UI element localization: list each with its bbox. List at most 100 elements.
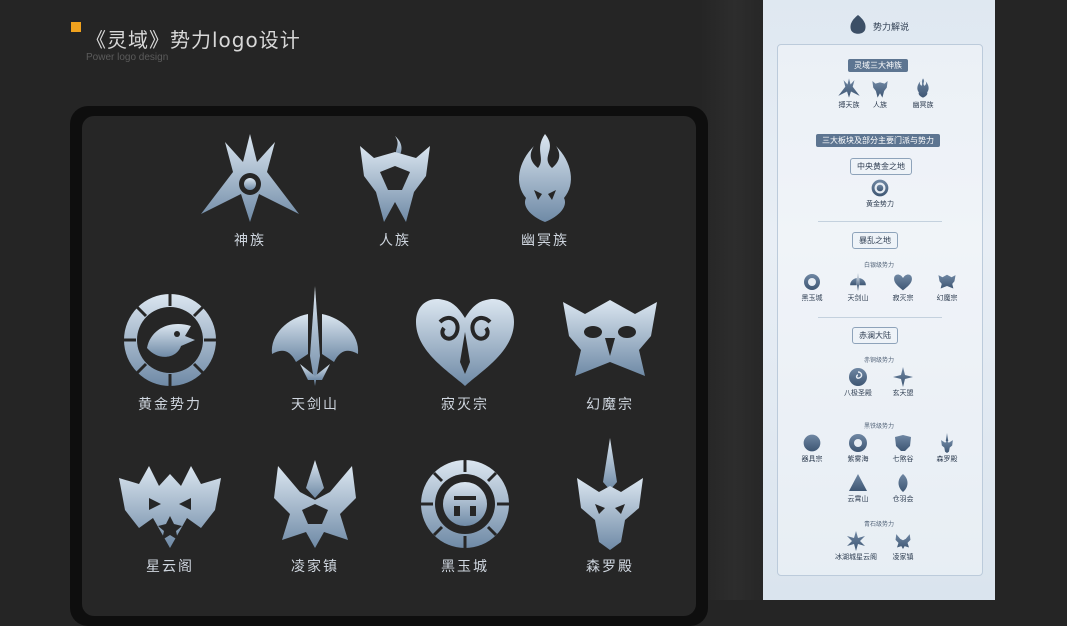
logo-heiyucheng: 黑玉城 (410, 458, 520, 576)
heart-mini-icon (894, 274, 912, 291)
logo-label: 黑玉城 (441, 559, 489, 575)
logo-label: 幻魔宗 (586, 397, 634, 413)
sun-ring-emblem-icon (421, 460, 509, 548)
faction-explanation-panel: 势力解说 灵域三大神族 搏天族 人族 幽冥族 三大板块及部分主要门派与势力 中央… (763, 0, 995, 600)
region-chaos-box: 暴乱之地 (852, 232, 898, 249)
logo-jimiezong: 寂灭宗 (410, 292, 520, 414)
faction-item: 云霄山 (839, 473, 877, 504)
faction-item: 幻魔宗 (928, 272, 966, 303)
logo-label: 凌家镇 (291, 559, 339, 575)
crown-shield-emblem-icon (274, 460, 356, 548)
helmet-mini-icon (872, 81, 888, 98)
region-central-box: 中央黄金之地 (850, 158, 912, 175)
spiral-mini-icon (849, 368, 867, 386)
faction-label: 冰湖城星云阁 (835, 553, 877, 561)
faction-item: 寂灭宗 (884, 272, 922, 303)
trident-star-mini-icon (838, 78, 860, 98)
logo-label: 幽冥族 (521, 233, 569, 249)
winged-sword-emblem-icon (271, 286, 359, 386)
faction-item: 森罗殿 (928, 433, 966, 464)
faction-label: 凌家镇 (892, 553, 914, 561)
logo-label: 星云阁 (146, 559, 194, 575)
faction-item: 仓羽会 (884, 473, 922, 504)
page-title: 《灵域》势力logo设计 (86, 28, 301, 52)
logo-lingjiazhen: 凌家镇 (260, 458, 370, 576)
seal-icon (850, 15, 866, 34)
faction-item: 凌家镇 (884, 531, 922, 562)
logo-label: 森罗殿 (586, 559, 634, 575)
logo-label: 神族 (234, 233, 266, 249)
logo-youmingzu: 幽冥族 (490, 132, 600, 250)
faction-label: 天剑山 (847, 294, 869, 302)
faction-item: 七煞谷 (884, 433, 922, 464)
faction-item: 玄天盟 (884, 367, 922, 398)
faction-label: 寂灭宗 (892, 294, 914, 302)
spire-mini-icon (941, 433, 953, 453)
region-chilan-box: 赤澜大陆 (852, 327, 898, 344)
divider (818, 221, 942, 222)
faction-item: 冰湖城星云阁 (834, 531, 878, 562)
compass-star-mini-icon (893, 367, 913, 387)
crown-mini-icon (895, 534, 911, 549)
faction-label: 黑玉城 (801, 294, 823, 302)
god-label: 人族 (873, 101, 887, 109)
panel-card: 灵域三大神族 搏天族 人族 幽冥族 三大板块及部分主要门派与势力 中央黄金之地 … (777, 44, 983, 576)
faction-item: 天剑山 (839, 272, 877, 303)
tier-label: 青石级势力 (864, 521, 895, 528)
logo-renzu: 人族 (340, 132, 450, 250)
mountain-mini-icon (849, 474, 867, 491)
demon-mask-mini-icon (938, 274, 956, 289)
faction-item: 黄金势力 (861, 178, 899, 209)
winged-star-emblem-icon (119, 466, 221, 548)
logo-label: 天剑山 (291, 397, 339, 413)
faction-label: 紫雾海 (847, 455, 869, 463)
logo-label: 人族 (379, 233, 411, 249)
demon-mask-emblem-icon (563, 300, 657, 376)
logo-huangjin: 黄金势力 (115, 292, 225, 414)
sun-ring-mini-icon (804, 274, 820, 290)
skull-mini-icon (895, 435, 911, 451)
section-factions-tag: 三大板块及部分主要门派与势力 (816, 134, 940, 147)
flame-mini-icon (917, 78, 929, 98)
faction-item: 八极圣殿 (839, 367, 877, 398)
trident-star-emblem-icon (201, 134, 299, 222)
god-item: 人族 (861, 77, 899, 110)
panel-heading: 势力解说 (873, 23, 910, 33)
spire-mask-emblem-icon (577, 438, 643, 550)
faction-item: 器具宗 (793, 433, 831, 464)
faction-item: 黑玉城 (793, 272, 831, 303)
dragon-ring-emblem-icon (124, 294, 216, 386)
snowflake-mini-icon (847, 531, 865, 551)
faction-label: 森罗殿 (936, 455, 958, 463)
tablet-screen: 神族 人族 幽冥族 黄金势力 天剑山 寂灭宗 幻魔宗 星云阁 凌家镇 黑玉城 森… (82, 116, 696, 616)
dragon-mini-icon (803, 434, 821, 452)
title-accent-square (71, 22, 81, 32)
logo-xingyunge: 星云阁 (115, 458, 225, 576)
mist-ring-mini-icon (849, 434, 867, 452)
winged-sword-mini-icon (850, 272, 866, 292)
god-label: 幽冥族 (912, 101, 934, 109)
tier-label: 赤铜级势力 (864, 357, 895, 364)
faction-label: 器具宗 (801, 455, 823, 463)
faction-label: 云霄山 (847, 495, 869, 503)
faction-label: 玄天盟 (892, 389, 914, 397)
tier-label: 黑铁级势力 (864, 423, 895, 430)
logo-label: 寂灭宗 (441, 397, 489, 413)
feather-mini-icon (898, 474, 908, 492)
god-item: 幽冥族 (904, 77, 942, 110)
tier-label: 白银级势力 (864, 262, 895, 269)
logo-tianjianshan: 天剑山 (260, 284, 370, 414)
faction-label: 八极圣殿 (844, 389, 872, 397)
faction-label: 七煞谷 (892, 455, 914, 463)
faction-item: 紫雾海 (839, 433, 877, 464)
logo-senluodian: 森罗殿 (555, 438, 665, 576)
faction-label: 仓羽会 (892, 495, 914, 503)
section-gods-tag: 灵域三大神族 (848, 59, 908, 72)
logo-huanmozong: 幻魔宗 (555, 292, 665, 414)
heart-spiral-emblem-icon (416, 298, 514, 386)
faction-label: 黄金势力 (866, 200, 894, 208)
faction-label: 幻魔宗 (936, 294, 958, 302)
logo-shenzu: 神族 (195, 132, 305, 250)
logo-label: 黄金势力 (138, 397, 202, 413)
dragon-ring-mini-icon (871, 179, 889, 197)
